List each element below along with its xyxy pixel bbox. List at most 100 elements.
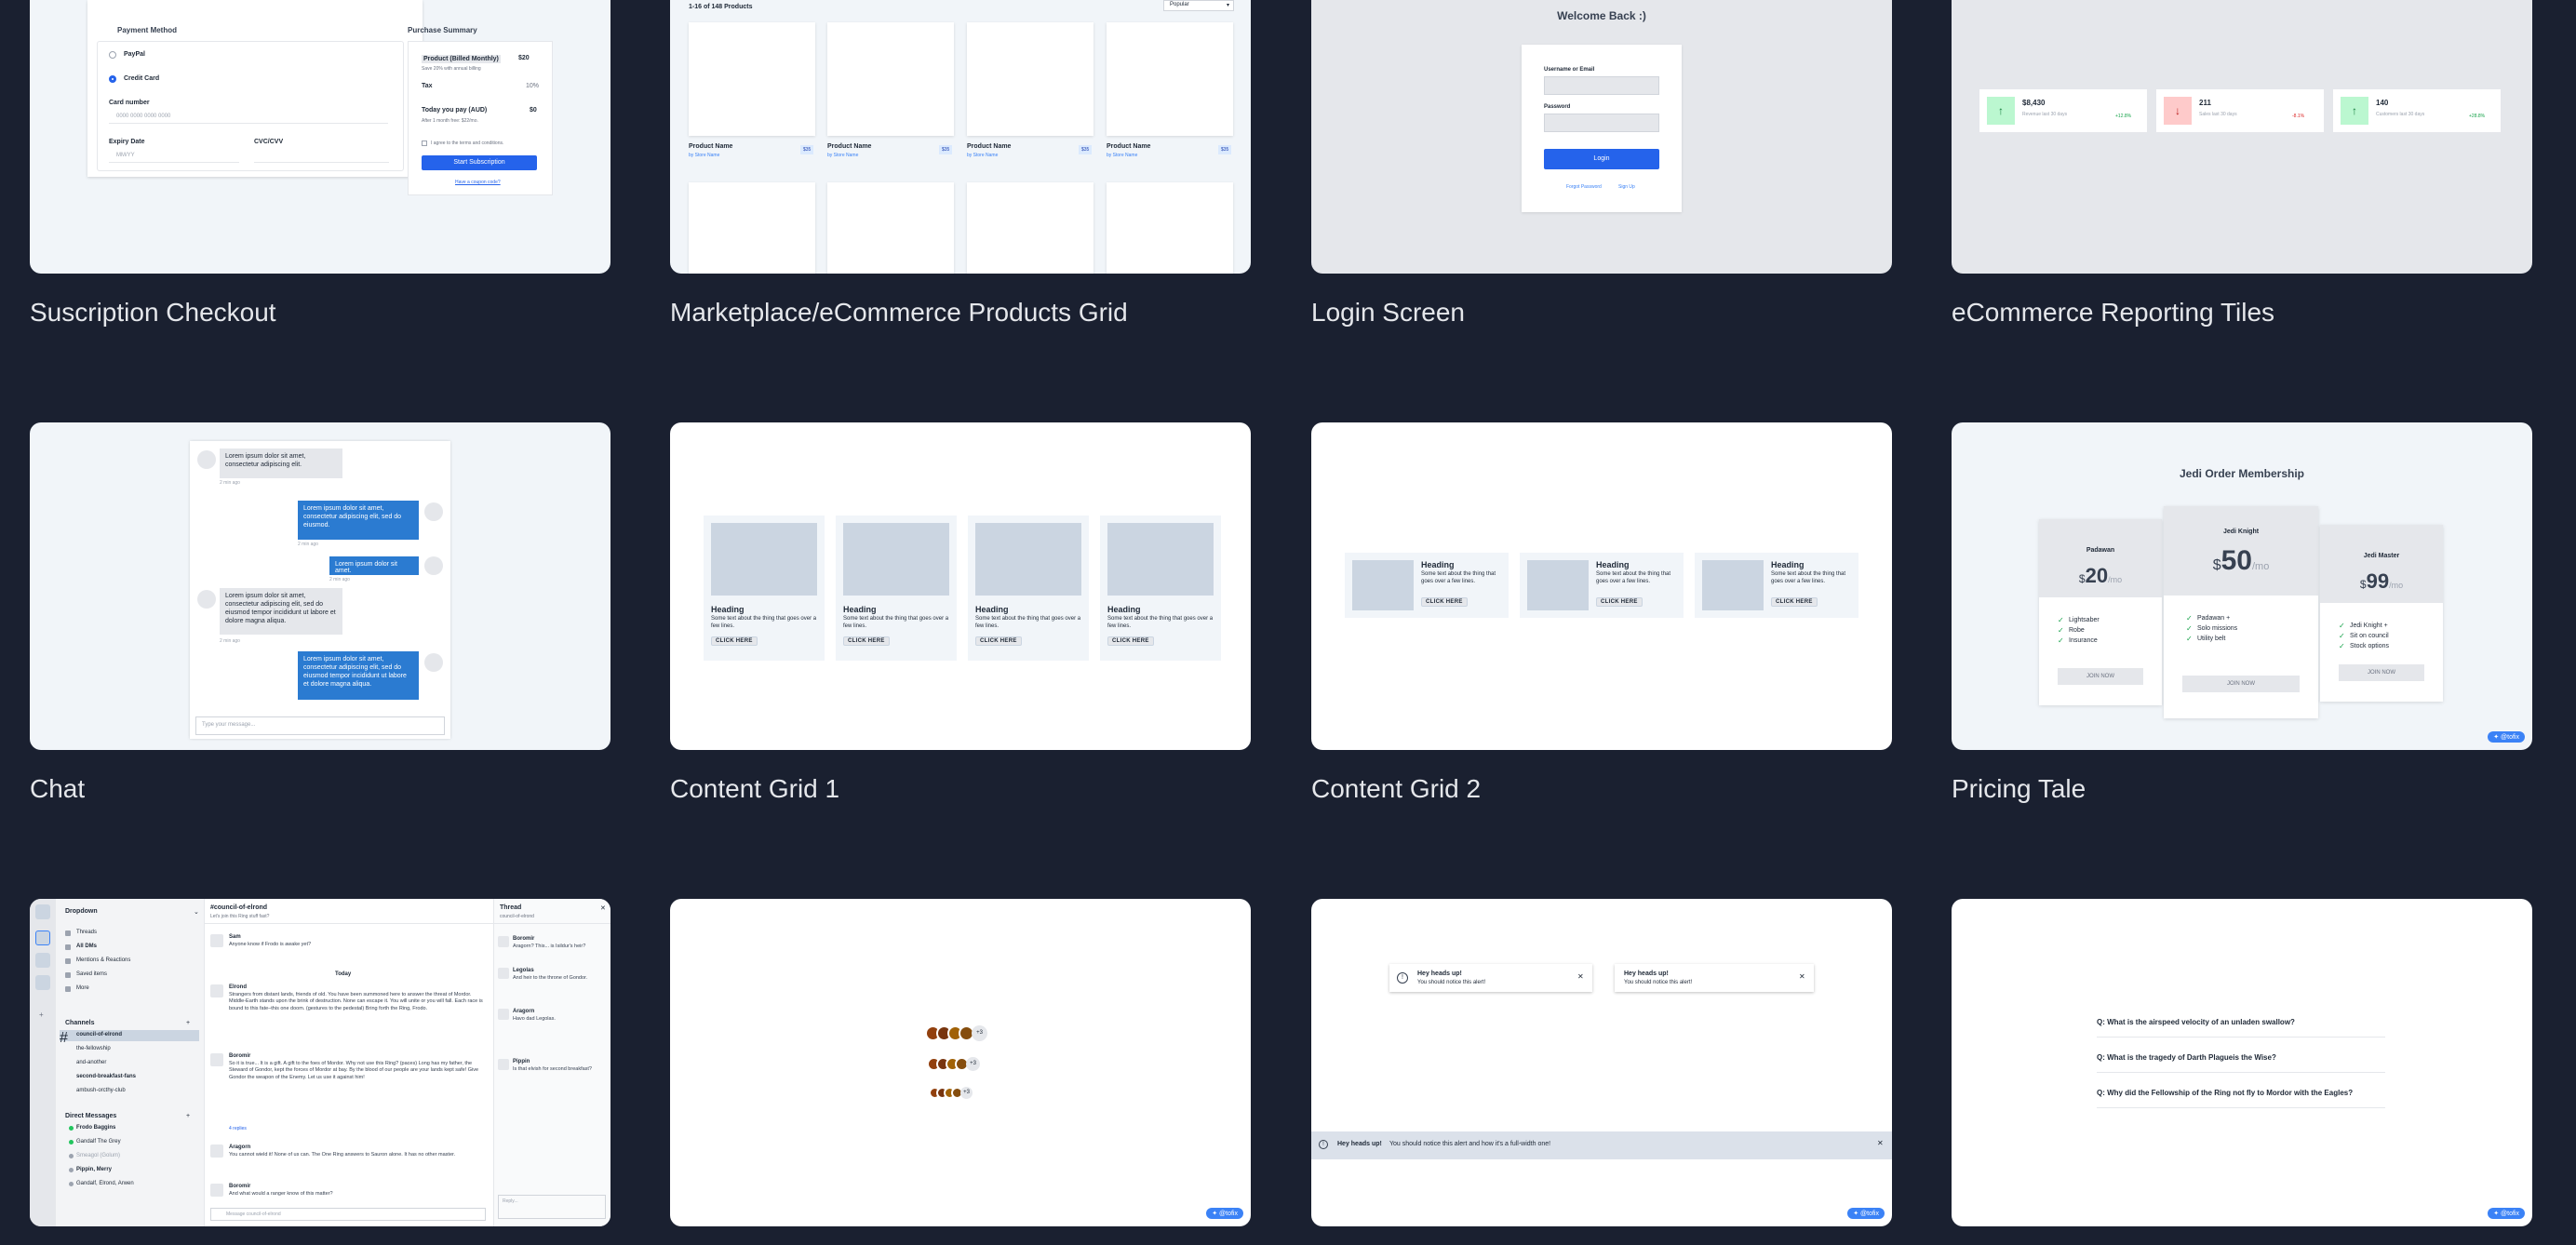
- card-pricing-table[interactable]: Jedi Order Membership Padawan $20/mo ✓ Ligh…: [1952, 422, 2532, 750]
- credit-card-radio[interactable]: [109, 75, 116, 83]
- card-avatar-stacks[interactable]: +3 +3 +3 ✦ @tofix: [670, 899, 1251, 1226]
- caption-content-grid-2[interactable]: Content Grid 2: [1311, 774, 1481, 804]
- click-here-button[interactable]: CLICK HERE: [1107, 636, 1154, 646]
- card-faq[interactable]: Q: What is the airspeed velocity of an u…: [1952, 899, 2532, 1226]
- add-channel-icon[interactable]: +: [186, 1020, 190, 1026]
- dms-title[interactable]: Direct Messages: [65, 1113, 116, 1119]
- avatar[interactable]: [210, 1184, 223, 1197]
- workspace-icon[interactable]: [35, 975, 50, 990]
- product-name[interactable]: Product Name: [689, 143, 732, 150]
- coupon-link[interactable]: Have a coupon code?: [455, 180, 501, 185]
- card-content-grid-1[interactable]: Heading Some text about the thing that go…: [670, 422, 1251, 750]
- sidebar-dm[interactable]: Gandalf, Elrond, Arwen: [76, 1181, 134, 1186]
- card-number-input[interactable]: 0000 0000 0000 0000: [109, 111, 388, 124]
- avatar-overflow-count[interactable]: +3: [966, 1057, 980, 1071]
- avatar[interactable]: [498, 1059, 509, 1070]
- avatar[interactable]: [498, 936, 509, 947]
- click-here-button[interactable]: CLICK HERE: [1421, 597, 1468, 607]
- slack-nav-item[interactable]: Saved items: [76, 971, 107, 977]
- product-image[interactable]: [967, 22, 1093, 136]
- thread-author[interactable]: Legolas: [513, 968, 534, 973]
- sidebar-channel[interactable]: ambush-orcthy-club: [76, 1088, 126, 1093]
- faq-question[interactable]: Q: What is the tragedy of Darth Plagueis…: [2097, 1053, 2276, 1062]
- message-author[interactable]: Sam: [229, 934, 241, 940]
- sidebar-dm[interactable]: Pippin, Merry: [76, 1167, 112, 1172]
- avatar-overflow-count[interactable]: +3: [960, 1087, 973, 1099]
- product-image[interactable]: [827, 22, 954, 136]
- caption-products-grid[interactable]: Marketplace/eCommerce Products Grid: [670, 298, 1128, 328]
- close-icon[interactable]: ✕: [1877, 1139, 1884, 1147]
- product-image[interactable]: [967, 182, 1093, 274]
- slack-nav-item[interactable]: Threads: [76, 930, 97, 935]
- caption-content-grid-1[interactable]: Content Grid 1: [670, 774, 839, 804]
- workspace-icon[interactable]: [35, 953, 50, 968]
- sidebar-channel[interactable]: second-breakfast-fans: [76, 1074, 136, 1079]
- add-workspace-icon[interactable]: +: [39, 1011, 44, 1019]
- click-here-button[interactable]: CLICK HERE: [1771, 597, 1818, 607]
- terms-checkbox[interactable]: [422, 141, 427, 146]
- thread-author[interactable]: Boromir: [513, 936, 534, 942]
- caption-pricing-table[interactable]: Pricing Tale: [1952, 774, 2086, 804]
- caption-chat[interactable]: Chat: [30, 774, 85, 804]
- product-name[interactable]: Product Name: [967, 143, 1011, 150]
- join-now-button[interactable]: JOIN NOW: [2339, 664, 2424, 681]
- message-author[interactable]: Boromir: [229, 1053, 250, 1059]
- product-image[interactable]: [689, 182, 815, 274]
- workspace-name[interactable]: Dropdown: [65, 908, 98, 915]
- sidebar-dm[interactable]: Gandalf The Grey: [76, 1139, 121, 1145]
- card-content-grid-2[interactable]: Heading Some text about the thing that go…: [1311, 422, 1892, 750]
- card-products-grid[interactable]: 1-16 of 148 Products Popular ▾ Product N…: [670, 0, 1251, 274]
- click-here-button[interactable]: CLICK HERE: [1596, 597, 1643, 607]
- twitter-badge[interactable]: ✦ @tofix: [1206, 1208, 1243, 1219]
- sidebar-dm[interactable]: Frodo Baggins: [76, 1125, 115, 1131]
- twitter-badge[interactable]: ✦ @tofix: [2488, 1208, 2525, 1219]
- faq-question[interactable]: Q: What is the airspeed velocity of an u…: [2097, 1018, 2295, 1026]
- message-author[interactable]: Boromir: [229, 1184, 250, 1189]
- caption-subscription-checkout[interactable]: Suscription Checkout: [30, 298, 276, 328]
- workspace-icon[interactable]: [35, 930, 50, 945]
- add-dm-icon[interactable]: +: [186, 1113, 190, 1119]
- chevron-down-icon[interactable]: ⌄: [194, 908, 199, 916]
- close-icon[interactable]: ✕: [1577, 972, 1584, 981]
- sort-select[interactable]: Popular ▾: [1163, 0, 1234, 11]
- click-here-button[interactable]: CLICK HERE: [843, 636, 890, 646]
- caption-reporting-tiles[interactable]: eCommerce Reporting Tiles: [1952, 298, 2274, 328]
- join-now-button[interactable]: JOIN NOW: [2182, 676, 2300, 692]
- card-alerts[interactable]: ! Hey heads up! You should notice this a…: [1311, 899, 1892, 1226]
- username-input[interactable]: [1544, 76, 1659, 95]
- card-reporting-tiles[interactable]: ↑ $8,430 Revenue last 30 days +12.8% ↓ 211 Sal…: [1952, 0, 2532, 274]
- card-slack-clone[interactable]: + Dropdown ⌄ Threads All DMs Mentions & Re…: [30, 899, 610, 1226]
- password-input[interactable]: [1544, 114, 1659, 132]
- login-button[interactable]: Login: [1544, 149, 1659, 169]
- close-icon[interactable]: ✕: [1799, 972, 1805, 981]
- store-name[interactable]: by Store Name: [967, 153, 998, 158]
- channels-title[interactable]: Channels: [65, 1020, 95, 1026]
- paypal-radio[interactable]: [109, 51, 116, 59]
- click-here-button[interactable]: CLICK HERE: [975, 636, 1022, 646]
- product-image[interactable]: [689, 22, 815, 136]
- forgot-password-link[interactable]: Forgot Password: [1566, 184, 1602, 190]
- message-author[interactable]: Elrond: [229, 984, 247, 990]
- product-image[interactable]: [827, 182, 954, 274]
- card-subscription-checkout[interactable]: Payment Method PayPal Credit Card Card n…: [30, 0, 610, 274]
- card-chat[interactable]: Lorem ipsum dolor sit amet, consectetur …: [30, 422, 610, 750]
- expiry-input[interactable]: MM/YY: [109, 150, 239, 163]
- avatar[interactable]: [210, 1145, 223, 1158]
- chat-input[interactable]: Type your message...: [195, 716, 445, 735]
- avatar[interactable]: [210, 1053, 223, 1066]
- caption-login-screen[interactable]: Login Screen: [1311, 298, 1465, 328]
- card-login-screen[interactable]: Welcome Back :) Username or Email Passwo…: [1311, 0, 1892, 274]
- product-image[interactable]: [1107, 22, 1233, 136]
- store-name[interactable]: by Store Name: [827, 153, 858, 158]
- workspace-icon[interactable]: [35, 904, 50, 919]
- cvc-input[interactable]: [254, 150, 389, 163]
- avatar[interactable]: [498, 968, 509, 979]
- store-name[interactable]: by Store Name: [1107, 153, 1137, 158]
- reply-input[interactable]: Reply...: [498, 1195, 606, 1219]
- twitter-badge[interactable]: ✦ @tofix: [2488, 731, 2525, 743]
- thread-author[interactable]: Aragorn: [513, 1009, 534, 1014]
- slack-nav-item[interactable]: More: [76, 985, 89, 991]
- message-author[interactable]: Aragorn: [229, 1145, 250, 1150]
- sidebar-dm[interactable]: Smeagol (Golum): [76, 1153, 120, 1158]
- start-subscription-button[interactable]: Start Subscription: [422, 155, 537, 170]
